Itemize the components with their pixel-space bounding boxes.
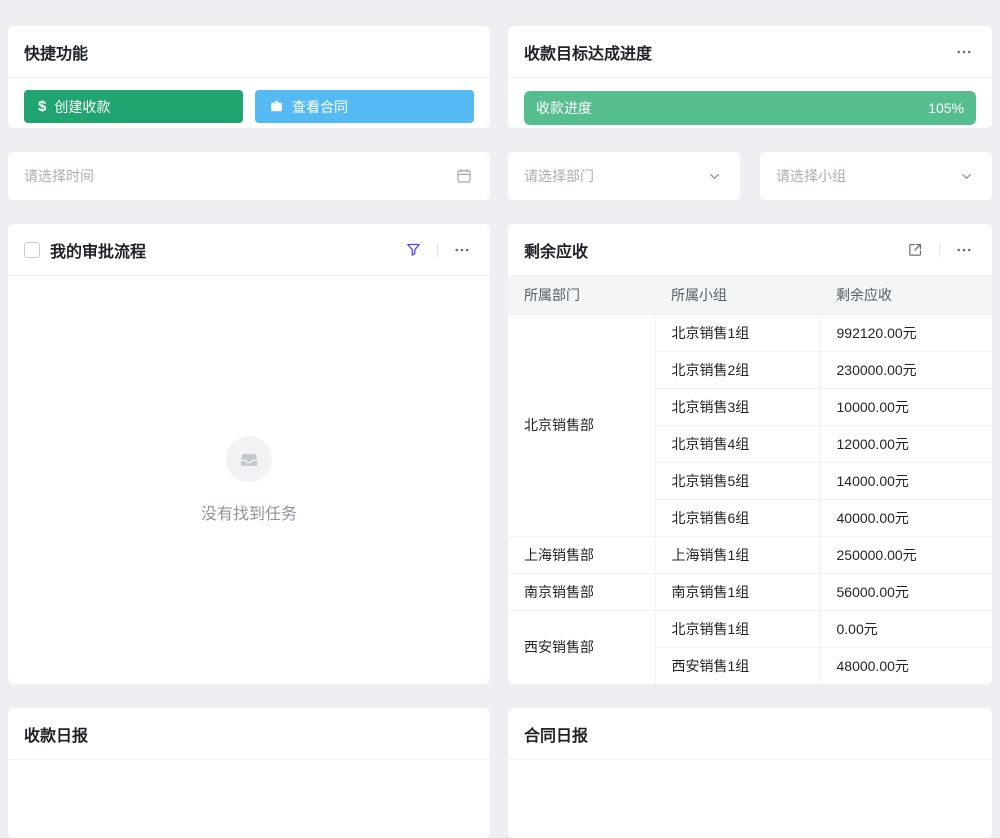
quick-actions-card: 快捷功能 $ 创建收款 查看合同 <box>8 26 490 128</box>
card-title: 剩余应收 <box>524 238 588 262</box>
select-filters <box>508 152 992 200</box>
dept-cell: 上海销售部 <box>508 536 655 573</box>
amount-cell: 0.00元 <box>820 610 992 647</box>
group-cell: 西安销售1组 <box>655 647 820 684</box>
dashboard-page: 快捷功能 $ 创建收款 查看合同 收款目标达成进度 收款进度 <box>0 0 1000 838</box>
time-picker-input[interactable] <box>22 167 452 185</box>
table-row: 上海销售部上海销售1组250000.00元 <box>508 536 992 573</box>
progress-card: 收款目标达成进度 收款进度 105% <box>508 26 992 128</box>
card-title: 收款目标达成进度 <box>524 40 652 64</box>
receivables-card-header: 剩余应收 <box>508 224 992 276</box>
table-header-row: 所属部门 所属小组 剩余应收 <box>508 276 992 314</box>
amount-cell: 48000.00元 <box>820 647 992 684</box>
amount-cell: 992120.00元 <box>820 314 992 351</box>
calendar-icon <box>452 164 476 188</box>
group-cell: 北京销售1组 <box>655 610 820 647</box>
receivables-card: 剩余应收 所属部门 所属小组 剩余应收 北京销售部北京销售1组992120.00… <box>508 224 992 684</box>
card-title: 快捷功能 <box>24 40 88 64</box>
header-divider <box>437 243 438 257</box>
card-title: 收款日报 <box>24 722 88 746</box>
progress-bar: 收款进度 105% <box>524 91 976 125</box>
amount-cell: 40000.00元 <box>820 499 992 536</box>
dept-cell: 北京销售部 <box>508 314 655 536</box>
quick-actions-header: 快捷功能 <box>8 26 490 78</box>
progress-card-header: 收款目标达成进度 <box>508 26 992 78</box>
group-cell: 南京销售1组 <box>655 573 820 610</box>
chevron-down-icon <box>702 164 726 188</box>
dept-cell: 南京销售部 <box>508 573 655 610</box>
contract-daily-card: 合同日报 <box>508 708 992 838</box>
table-row: 南京销售部南京销售1组56000.00元 <box>508 573 992 610</box>
group-cell: 北京销售1组 <box>655 314 820 351</box>
select-all-checkbox[interactable] <box>24 242 40 258</box>
progress-value: 105% <box>928 100 964 116</box>
more-horizontal-icon[interactable] <box>952 238 976 262</box>
quick-actions-buttons: $ 创建收款 查看合同 <box>8 78 490 128</box>
column-header-dept: 所属部门 <box>508 276 655 314</box>
dollar-icon: $ <box>38 99 46 114</box>
receivables-table-body: 北京销售部北京销售1组992120.00元北京销售2组230000.00元北京销… <box>508 314 992 684</box>
view-contract-label: 查看合同 <box>292 97 348 117</box>
group-cell: 北京销售4组 <box>655 425 820 462</box>
more-horizontal-icon[interactable] <box>450 238 474 262</box>
table-row: 西安销售部北京销售1组0.00元 <box>508 610 992 647</box>
time-picker[interactable] <box>8 152 490 200</box>
receivables-table: 所属部门 所属小组 剩余应收 北京销售部北京销售1组992120.00元北京销售… <box>508 276 992 684</box>
department-select[interactable] <box>508 152 740 200</box>
group-cell: 北京销售5组 <box>655 462 820 499</box>
amount-cell: 12000.00元 <box>820 425 992 462</box>
card-title: 合同日报 <box>524 722 588 746</box>
empty-state-text: 没有找到任务 <box>201 500 297 524</box>
amount-cell: 56000.00元 <box>820 573 992 610</box>
create-payment-button[interactable]: $ 创建收款 <box>24 90 243 123</box>
header-divider <box>939 243 940 257</box>
create-payment-label: 创建收款 <box>54 97 110 117</box>
external-link-icon[interactable] <box>903 238 927 262</box>
inbox-icon <box>226 436 272 482</box>
dept-cell: 西安销售部 <box>508 610 655 684</box>
group-select-input[interactable] <box>774 167 954 185</box>
group-select[interactable] <box>760 152 992 200</box>
approval-card: 我的审批流程 没有找到任务 <box>8 224 490 684</box>
briefcase-icon <box>269 99 284 114</box>
card-title: 我的审批流程 <box>50 238 146 262</box>
view-contract-button[interactable]: 查看合同 <box>255 90 474 123</box>
column-header-group: 所属小组 <box>655 276 820 314</box>
approval-card-header: 我的审批流程 <box>8 224 490 276</box>
chevron-down-icon <box>954 164 978 188</box>
filter-funnel-icon[interactable] <box>401 238 425 262</box>
progress-label: 收款进度 <box>536 98 592 118</box>
amount-cell: 10000.00元 <box>820 388 992 425</box>
contract-daily-header: 合同日报 <box>508 708 992 760</box>
group-cell: 北京销售2组 <box>655 351 820 388</box>
table-row: 北京销售部北京销售1组992120.00元 <box>508 314 992 351</box>
approval-empty-state: 没有找到任务 <box>8 276 490 683</box>
amount-cell: 14000.00元 <box>820 462 992 499</box>
payment-daily-card: 收款日报 <box>8 708 490 838</box>
more-horizontal-icon[interactable] <box>952 40 976 64</box>
payment-daily-header: 收款日报 <box>8 708 490 760</box>
department-select-input[interactable] <box>522 167 702 185</box>
group-cell: 上海销售1组 <box>655 536 820 573</box>
group-cell: 北京销售3组 <box>655 388 820 425</box>
amount-cell: 230000.00元 <box>820 351 992 388</box>
amount-cell: 250000.00元 <box>820 536 992 573</box>
group-cell: 北京销售6组 <box>655 499 820 536</box>
column-header-amount: 剩余应收 <box>820 276 992 314</box>
